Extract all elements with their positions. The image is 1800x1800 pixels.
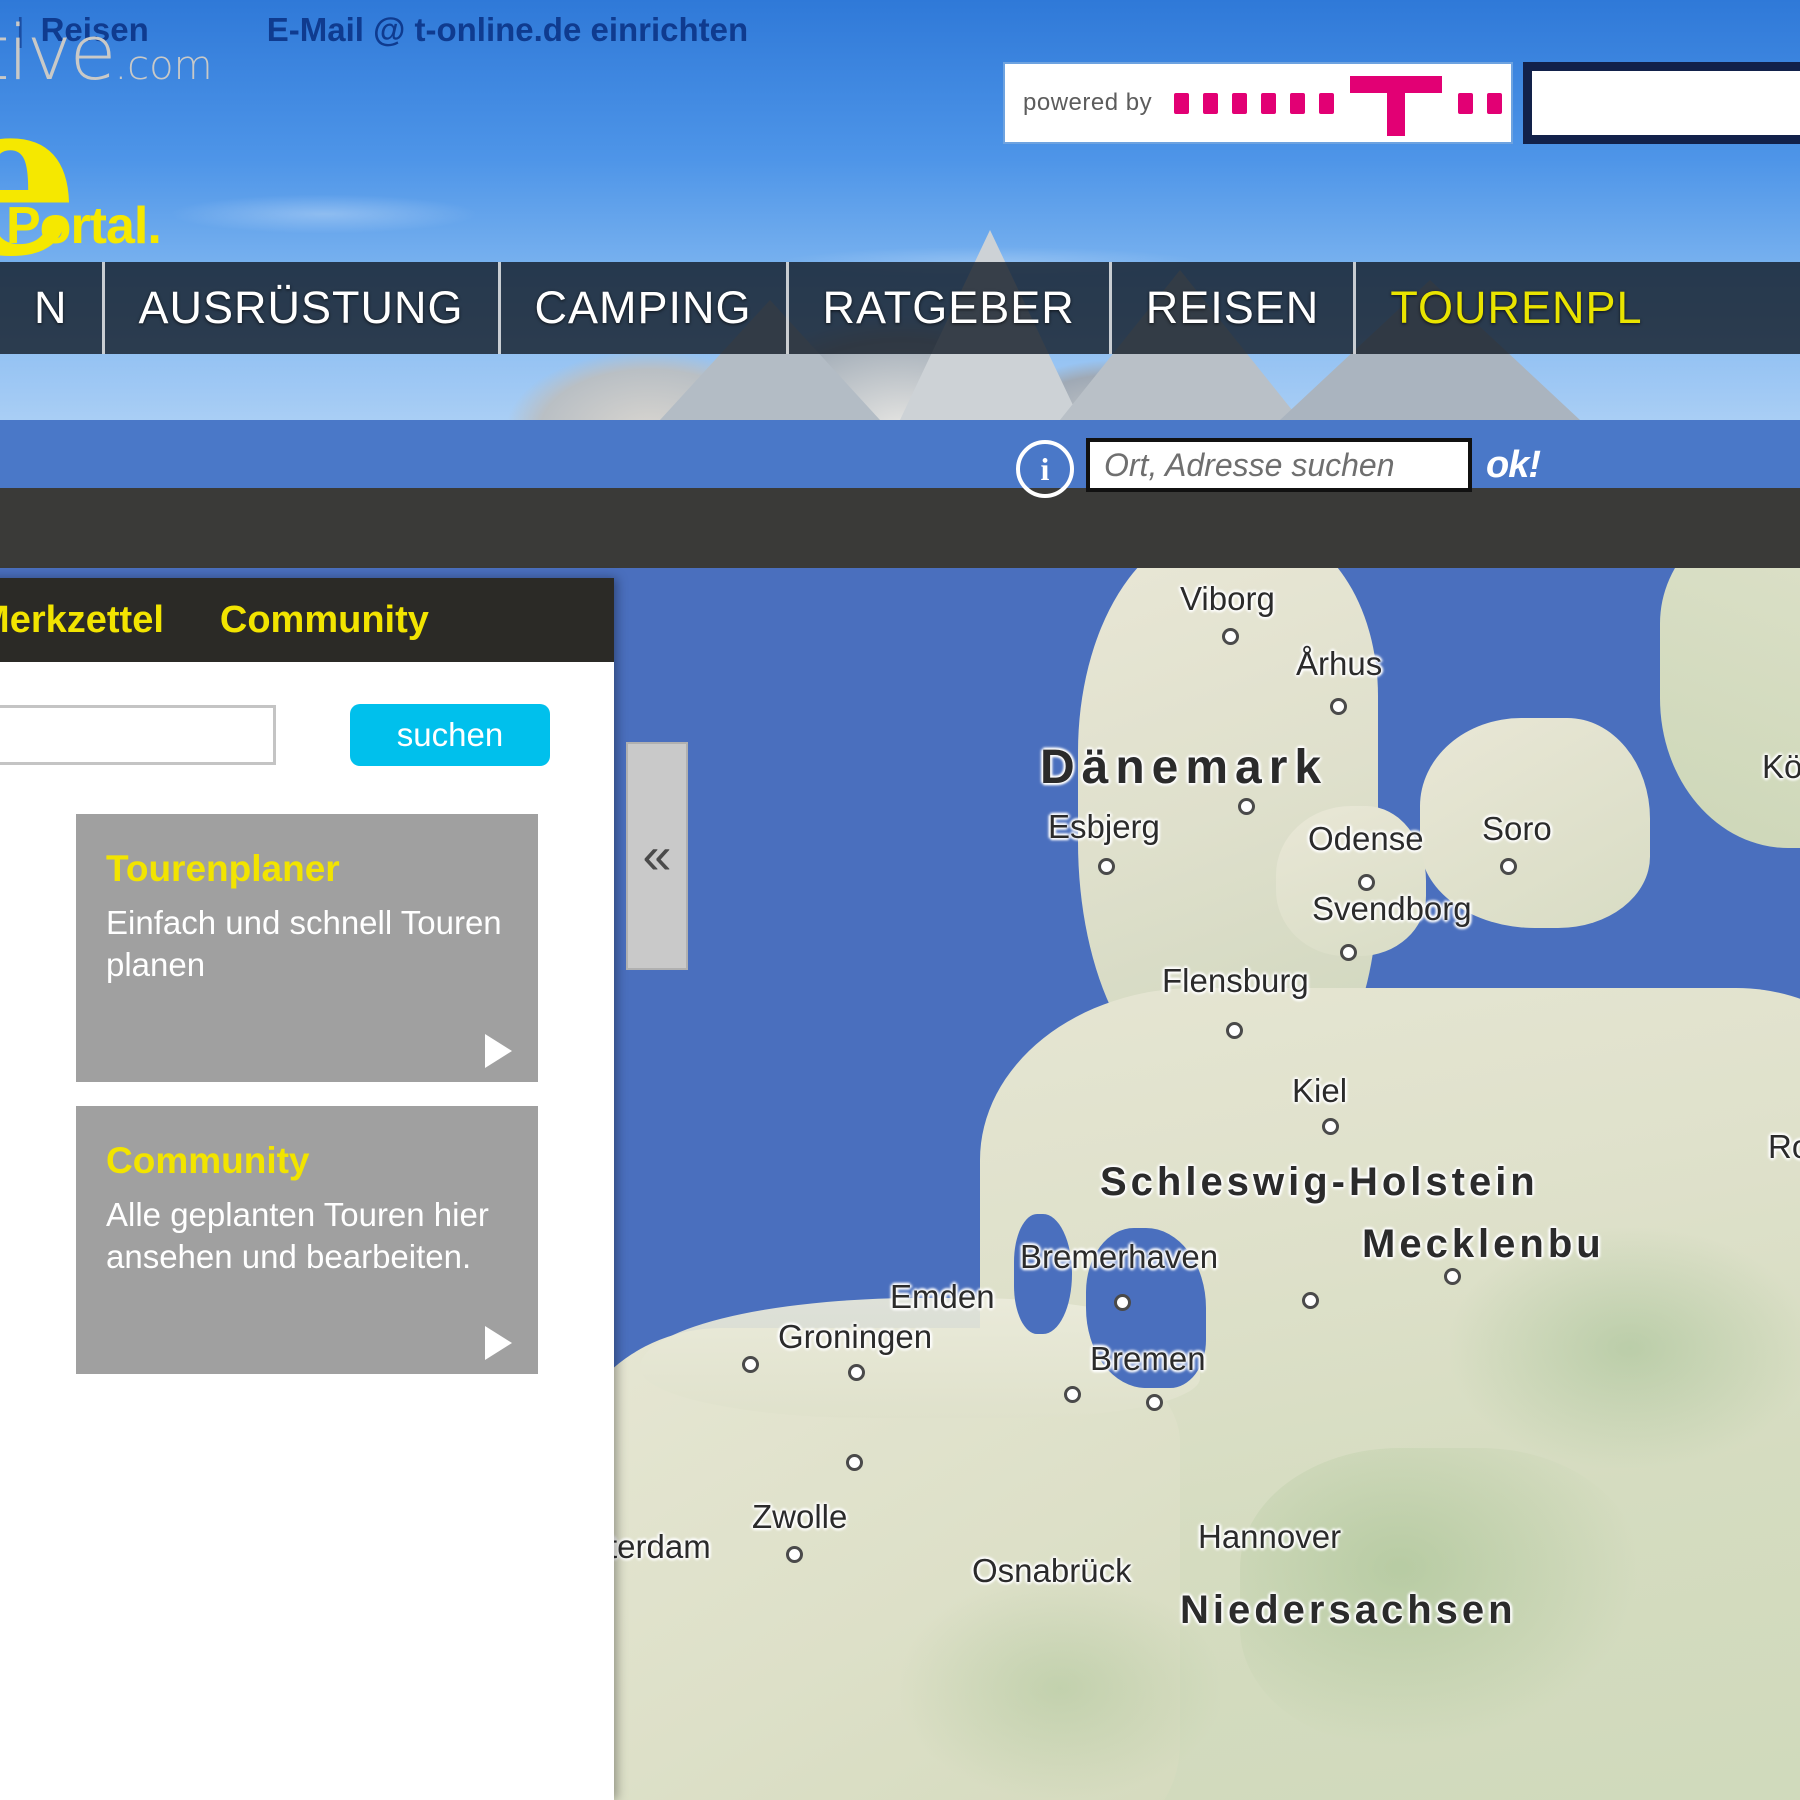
panel-search-button[interactable]: suchen	[350, 704, 550, 766]
telekom-dot	[1174, 92, 1190, 114]
nav-item-camping[interactable]: CAMPING	[501, 282, 786, 334]
telekom-dot	[1458, 92, 1474, 114]
map-city-marker[interactable]	[786, 1546, 803, 1563]
map-label--rhus: Århus	[1296, 645, 1383, 682]
card-tourenplaner[interactable]: Tourenplaner Einfach und schnell Touren …	[76, 814, 538, 1082]
outdooractive-toolbar	[0, 488, 1800, 568]
map-label-svendborg: Svendborg	[1312, 890, 1472, 927]
map-city-marker[interactable]	[1322, 1118, 1339, 1135]
map-search-group: Ort, Adresse suchen ok!	[1086, 438, 1541, 492]
panel-collapse-button[interactable]: «	[626, 742, 688, 970]
secondary-badge-box	[1523, 62, 1800, 144]
map-label-groningen: Groningen	[778, 1318, 933, 1355]
map-city-marker[interactable]	[1302, 1292, 1319, 1309]
panel-tab-bar: planer Merkzettel Community	[0, 578, 614, 662]
telekom-dot	[1290, 92, 1306, 114]
nav-item-ratgeber[interactable]: RATGEBER	[789, 282, 1109, 334]
utility-link-email-setup[interactable]: E-Mail @ t-online.de einrichten	[267, 11, 748, 48]
map-label-flensburg: Flensburg	[1162, 962, 1309, 999]
info-icon[interactable]: i	[1016, 440, 1074, 498]
nav-item-tourenplaner[interactable]: TOURENPL	[1356, 282, 1676, 334]
map-city-marker[interactable]	[1064, 1386, 1081, 1403]
map-label-osnabr-ck: Osnabrück	[972, 1552, 1132, 1589]
map-city-marker[interactable]	[1098, 858, 1115, 875]
panel-search-row: suchen	[0, 704, 550, 766]
eportal-logo-word[interactable]: Portal.	[6, 196, 162, 256]
telekom-logo	[1174, 70, 1503, 136]
map-city-marker[interactable]	[1146, 1394, 1163, 1411]
telekom-dot	[1487, 92, 1503, 114]
map-label-terdam: terdam	[608, 1528, 711, 1565]
main-navigation: N AUSRÜSTUNG CAMPING RATGEBER REISEN TOU…	[0, 262, 1800, 354]
map-city-marker[interactable]	[1238, 798, 1255, 815]
nav-item-reisen[interactable]: REISEN	[1112, 282, 1354, 334]
map-city-marker[interactable]	[1500, 858, 1517, 875]
telekom-dot	[1261, 92, 1277, 114]
telekom-dot	[1203, 92, 1219, 114]
powered-by-telekom-badge: powered by	[1003, 62, 1513, 144]
map-label-bremerhaven: Bremerhaven	[1020, 1238, 1219, 1275]
map-city-marker[interactable]	[848, 1364, 865, 1381]
map-city-marker[interactable]	[1340, 944, 1357, 961]
map-city-marker[interactable]	[1444, 1268, 1461, 1285]
map-label-bremen: Bremen	[1090, 1340, 1206, 1377]
map-city-marker[interactable]	[1358, 874, 1375, 891]
map-label-viborg: Viborg	[1180, 580, 1275, 617]
nav-item-ausruestung[interactable]: AUSRÜSTUNG	[105, 282, 498, 334]
telekom-dot	[1319, 92, 1335, 114]
card-community[interactable]: Community Alle geplanten Touren hier ans…	[76, 1106, 538, 1374]
map-label-odense: Odense	[1308, 820, 1424, 857]
map-label-ro: Ro	[1768, 1128, 1800, 1165]
map-forest-patch	[900, 1578, 1220, 1798]
map-city-marker[interactable]	[1226, 1022, 1243, 1039]
map-city-marker[interactable]	[1222, 628, 1239, 645]
outdooractive-logo-suffix: .com	[114, 43, 213, 89]
outdooractive-logo-text: ctive	[0, 8, 116, 97]
map-label-d-nemark: Dänemark	[1040, 741, 1329, 794]
panel-search-input[interactable]	[0, 705, 276, 765]
tab-merkzettel[interactable]: Merkzettel	[0, 599, 192, 642]
map-label-kiel: Kiel	[1292, 1072, 1348, 1109]
card-arrow-icon	[485, 1326, 512, 1360]
nav-item-0[interactable]: N	[0, 282, 102, 334]
map-label-mecklenbu: Mecklenbu	[1362, 1222, 1605, 1266]
map-search-input[interactable]: Ort, Adresse suchen	[1086, 438, 1472, 492]
card-text: Einfach und schnell Touren planen	[106, 904, 502, 984]
map-label-niedersachsen: Niedersachsen	[1180, 1588, 1517, 1632]
map-city-marker[interactable]	[1114, 1294, 1131, 1311]
telekom-dot	[1232, 92, 1248, 114]
map-city-marker[interactable]	[846, 1454, 863, 1471]
page-root: | Reisen E-Mail @ t-online.de einrichten e…	[0, 0, 1800, 1800]
panel-body: suchen t d Tourenplaner Einfach und schn…	[0, 662, 614, 1800]
map-label-hannover: Hannover	[1198, 1518, 1342, 1555]
map-label-zwolle: Zwolle	[752, 1498, 848, 1535]
powered-by-label: powered by	[1023, 89, 1153, 116]
map-label-emden: Emden	[890, 1278, 995, 1315]
map-label-soro: Soro	[1482, 810, 1552, 847]
map-label-k-: Kö	[1762, 748, 1800, 785]
map-label-esbjerg: Esbjerg	[1048, 808, 1160, 845]
card-text: Alle geplanten Touren hier ansehen und b…	[106, 1196, 489, 1276]
map-label-schleswig-holstein: Schleswig-Holstein	[1100, 1160, 1539, 1204]
map-search-ok-button[interactable]: ok!	[1486, 444, 1541, 487]
tour-planner-panel: planer Merkzettel Community suchen t d	[0, 578, 614, 1800]
card-title: Tourenplaner	[106, 848, 340, 889]
telekom-t-icon	[1350, 70, 1443, 136]
outdooractive-logo[interactable]: ctive.com	[0, 8, 213, 97]
card-arrow-icon	[485, 1034, 512, 1068]
card-title: Community	[106, 1140, 310, 1181]
map-city-marker[interactable]	[742, 1356, 759, 1373]
tab-community[interactable]: Community	[192, 599, 457, 642]
map-city-marker[interactable]	[1330, 698, 1347, 715]
